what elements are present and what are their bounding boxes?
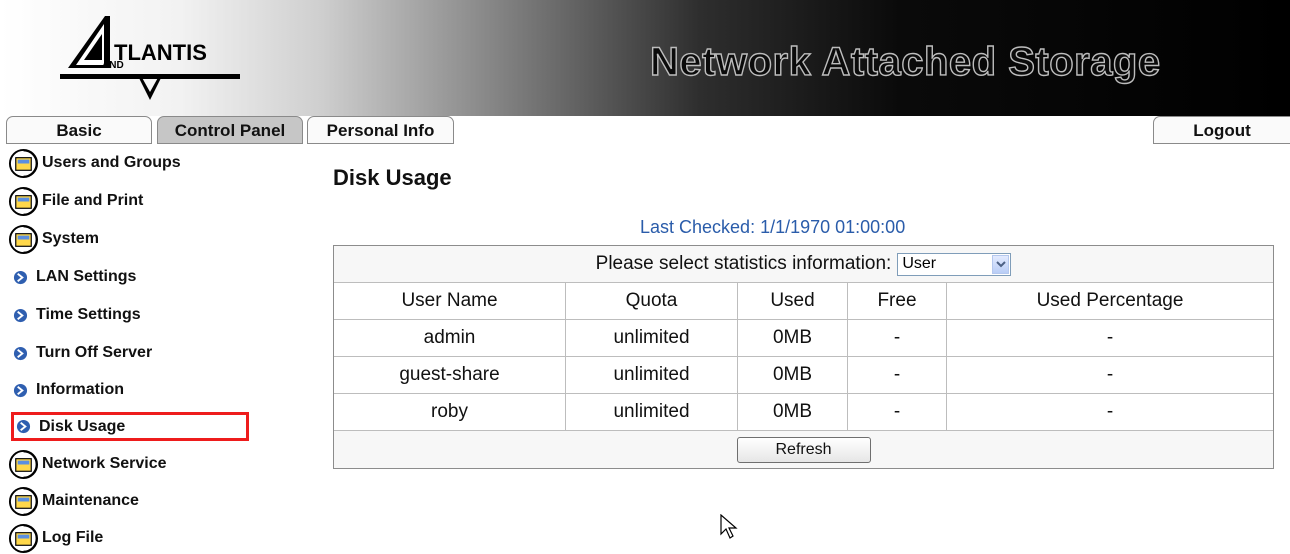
- table-row: roby unlimited 0MB - -: [334, 394, 1273, 431]
- disk-usage-table: Please select statistics information: Us…: [333, 245, 1274, 469]
- free-cell: -: [848, 320, 947, 356]
- sidebar-item-label: LAN Settings: [36, 268, 137, 285]
- svg-text:AND: AND: [102, 60, 124, 71]
- free-cell: -: [848, 357, 947, 393]
- statistics-select-value: User: [902, 255, 937, 272]
- page-title: Disk Usage: [333, 165, 452, 190]
- blue-bullet-icon: [13, 270, 28, 284]
- quota-cell: unlimited: [566, 320, 738, 356]
- folder-globe-icon: [8, 449, 39, 479]
- sidebar-item-disk-usage[interactable]: Disk Usage: [11, 412, 249, 441]
- column-header-quota: Quota: [566, 283, 738, 319]
- last-checked-text: Last Checked: 1/1/1970 01:00:00: [640, 217, 906, 237]
- table-header-row: User Name Quota Used Free Used Percentag…: [334, 283, 1273, 320]
- sidebar-item-label: Information: [36, 381, 124, 398]
- sidebar-item-information[interactable]: Information: [8, 375, 124, 405]
- sidebar-item-label: Turn Off Server: [36, 344, 153, 361]
- atlantis-logo: TLANTIS AND: [60, 16, 240, 100]
- sidebar-item-time-settings[interactable]: Time Settings: [8, 300, 141, 330]
- sidebar-item-maintenance[interactable]: Maintenance: [8, 486, 139, 516]
- sidebar-item-network-service[interactable]: Network Service: [8, 449, 167, 479]
- tab-basic[interactable]: Basic: [6, 116, 152, 144]
- refresh-row: Refresh: [334, 431, 1273, 468]
- sidebar-item-label: Time Settings: [36, 306, 141, 323]
- quota-cell: unlimited: [566, 394, 738, 430]
- column-header-free: Free: [848, 283, 947, 319]
- blue-bullet-icon: [13, 383, 28, 397]
- sidebar-item-label: Users and Groups: [42, 154, 181, 171]
- sidebar-item-label: Maintenance: [42, 492, 139, 509]
- used-cell: 0MB: [738, 357, 848, 393]
- sidebar-item-turn-off-server[interactable]: Turn Off Server: [8, 338, 152, 368]
- free-cell: -: [848, 394, 947, 430]
- blue-bullet-icon: [13, 308, 28, 322]
- tab-personal-info[interactable]: Personal Info: [307, 116, 454, 144]
- sidebar-item-file-and-print[interactable]: File and Print: [8, 186, 143, 216]
- sidebar-item-label: Log File: [42, 529, 104, 546]
- refresh-button[interactable]: Refresh: [736, 436, 871, 463]
- used-percentage-cell: -: [1106, 401, 1114, 422]
- statistics-select-row: Please select statistics information: Us…: [334, 246, 1273, 283]
- user-name-cell: admin: [334, 320, 566, 356]
- used-percentage-cell: -: [1106, 327, 1114, 348]
- sidebar-item-label: System: [42, 230, 99, 247]
- statistics-select-label: Please select statistics information:: [595, 253, 892, 274]
- used-percentage-cell: -: [1106, 364, 1114, 385]
- folder-globe-icon: [8, 186, 39, 216]
- folder-globe-icon: [8, 486, 39, 516]
- blue-bullet-icon: [13, 346, 28, 360]
- used-cell: 0MB: [738, 320, 848, 356]
- header-banner: TLANTIS AND Network Attached Storage: [0, 0, 1290, 116]
- mouse-pointer-icon: [720, 514, 738, 539]
- svg-text:TLANTIS: TLANTIS: [114, 40, 207, 65]
- blue-bullet-icon: [16, 419, 31, 434]
- sidebar-item-label: Network Service: [42, 455, 167, 472]
- quota-cell: unlimited: [566, 357, 738, 393]
- sidebar-item-system[interactable]: System: [8, 224, 99, 254]
- column-header-user-name: User Name: [334, 283, 566, 319]
- statistics-select[interactable]: User: [897, 252, 1012, 276]
- tab-control-panel[interactable]: Control Panel: [157, 116, 303, 144]
- table-row: guest-share unlimited 0MB - -: [334, 357, 1273, 394]
- sidebar-item-users-and-groups[interactable]: Users and Groups: [8, 148, 181, 178]
- column-header-used: Used: [738, 283, 848, 319]
- page-banner-title: Network Attached Storage: [649, 39, 1161, 84]
- column-header-used-percentage: Used Percentage: [1036, 290, 1184, 311]
- used-cell: 0MB: [738, 394, 848, 430]
- chevron-down-icon[interactable]: [992, 254, 1010, 274]
- folder-globe-icon: [8, 148, 39, 178]
- user-name-cell: guest-share: [334, 357, 566, 393]
- user-name-cell: roby: [334, 394, 566, 430]
- logout-button[interactable]: Logout: [1153, 116, 1290, 144]
- sidebar-item-label: Disk Usage: [39, 417, 126, 435]
- sidebar-item-label: File and Print: [42, 192, 144, 209]
- table-row: admin unlimited 0MB - -: [334, 320, 1273, 357]
- sidebar-item-lan-settings[interactable]: LAN Settings: [8, 262, 136, 292]
- folder-globe-icon: [8, 224, 39, 254]
